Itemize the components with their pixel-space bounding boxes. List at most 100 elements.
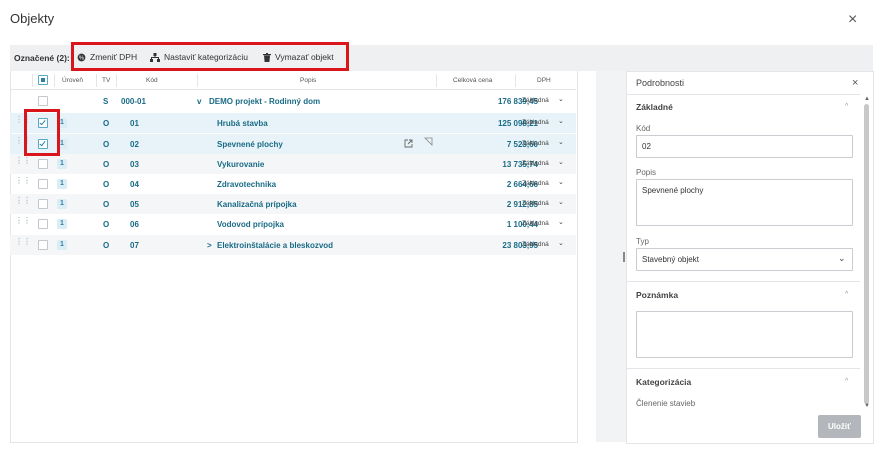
chevron-up-icon[interactable]: ^ (845, 378, 848, 385)
table-row[interactable]: ⋮⋮ 1 O 06 Vodovod prípojka 1 100,44 Zákl… (10, 214, 576, 234)
type-label: Typ (636, 237, 649, 246)
row-tv: O (103, 241, 110, 250)
save-button[interactable]: Uložiť (818, 415, 861, 438)
section-basic-title[interactable]: Základné (636, 102, 673, 112)
chevron-right-icon[interactable]: > (207, 241, 212, 250)
toolbar-highlight-box (71, 42, 349, 71)
row-tv: O (103, 220, 110, 229)
row-vat[interactable]: Základná (522, 119, 549, 126)
open-external-icon[interactable] (404, 139, 413, 148)
note-field[interactable] (636, 311, 853, 358)
row-description: Kanalizačná prípojka (217, 200, 297, 209)
divider (626, 281, 860, 282)
category-sub-label: Členenie stavieb (636, 399, 696, 408)
drag-handle-icon[interactable]: ⋮⋮ (15, 137, 31, 148)
close-icon[interactable]: × (848, 12, 857, 28)
chevron-down-icon[interactable]: ⌄ (558, 138, 564, 146)
table-row[interactable]: S 000-01 v DEMO projekt - Rodinný dom 17… (10, 91, 576, 111)
drag-handle-icon[interactable]: ⋮⋮ (15, 197, 31, 208)
row-level: 1 (57, 179, 67, 189)
row-code: 06 (130, 220, 139, 229)
code-field[interactable]: 02 (636, 135, 853, 158)
row-description: Hrubá stavba (217, 119, 268, 128)
chevron-down-icon[interactable]: ⌄ (558, 178, 564, 186)
row-tv: O (103, 160, 110, 169)
chevron-down-icon[interactable]: ⌄ (558, 158, 564, 166)
section-category-title[interactable]: Kategorizácia (636, 377, 691, 387)
row-checkbox[interactable] (38, 219, 48, 229)
row-checkbox[interactable] (38, 199, 48, 209)
row-vat[interactable]: Základná (522, 241, 549, 248)
table-header: Úroveň TV Kód Popis Celková cena DPH (10, 72, 576, 90)
header-description[interactable]: Popis (300, 77, 316, 84)
row-tv: O (103, 200, 110, 209)
row-checkbox[interactable] (38, 96, 48, 106)
panel-splitter[interactable] (596, 71, 626, 442)
row-checkbox[interactable] (38, 240, 48, 250)
type-select[interactable]: Stavebný objekt (636, 248, 853, 271)
drag-handle-icon[interactable]: ⋮⋮ (15, 157, 31, 168)
select-all-checkbox[interactable] (38, 75, 48, 85)
header-level[interactable]: Úroveň (62, 77, 83, 84)
row-description: Spevnené plochy (217, 140, 283, 149)
divider (626, 94, 860, 95)
row-code: 000-01 (121, 97, 146, 106)
header-code[interactable]: Kód (146, 77, 158, 84)
drag-handle-icon[interactable]: ⋮⋮ (15, 217, 31, 228)
chevron-down-icon[interactable]: ⌄ (558, 218, 564, 226)
chevron-down-icon[interactable]: ⌄ (558, 198, 564, 206)
scroll-up-icon[interactable]: ▲ (864, 96, 870, 102)
drag-handle-icon[interactable]: ⋮⋮ (15, 116, 31, 127)
row-vat[interactable]: Základná (522, 97, 549, 104)
row-vat[interactable]: Základná (522, 220, 549, 227)
chevron-up-icon[interactable]: ^ (845, 103, 848, 110)
row-description: Vodovod prípojka (217, 220, 284, 229)
table-row[interactable]: ⋮⋮ 1 O 04 Zdravotechnika 2 664,66 Základ… (10, 174, 576, 194)
row-code: 04 (130, 180, 139, 189)
chevron-down-icon[interactable]: ⌄ (558, 239, 564, 247)
description-label: Popis (636, 168, 657, 177)
row-vat[interactable]: Základná (522, 160, 549, 167)
details-title: Podrobnosti (636, 78, 685, 88)
row-tv: S (103, 97, 109, 106)
table-row[interactable]: ⋮⋮ 1 O 07 > Elektroinštalácie a bleskozv… (10, 235, 576, 255)
dialog-title: Objekty (10, 11, 55, 26)
row-description: Vykurovanie (217, 160, 265, 169)
type-select-value: Stavebný objekt (642, 255, 699, 264)
row-level: 1 (57, 219, 67, 229)
row-code: 05 (130, 200, 139, 209)
code-label: Kód (636, 124, 651, 133)
header-vat[interactable]: DPH (537, 77, 551, 84)
row-checkbox[interactable] (38, 179, 48, 189)
row-vat[interactable]: Základná (522, 200, 549, 207)
table-row[interactable]: ⋮⋮ 1 O 03 Vykurovanie 13 735,74 Základná… (10, 154, 576, 174)
header-total-price[interactable]: Celková cena (453, 77, 492, 84)
table-row[interactable]: ⋮⋮ 1 O 02 Spevnené plochy 7 523,60 Zákla… (10, 134, 576, 154)
row-vat[interactable]: Základná (522, 180, 549, 187)
drag-handle-icon[interactable]: ⋮⋮ (15, 177, 31, 188)
table-row[interactable]: ⋮⋮ 1 O 05 Kanalizačná prípojka 2 912,85 … (10, 194, 576, 214)
chevron-down-icon[interactable]: ⌄ (558, 117, 564, 125)
row-description: Elektroinštalácie a bleskozvod (217, 241, 334, 250)
row-code: 07 (130, 241, 139, 250)
section-note-title[interactable]: Poznámka (636, 290, 678, 300)
header-tv[interactable]: TV (102, 77, 110, 84)
drag-handle-icon[interactable]: ⋮⋮ (15, 238, 31, 249)
table-row[interactable]: ⋮⋮ 1 O 01 Hrubá stavba 125 098,21 Základ… (10, 113, 576, 133)
close-icon[interactable]: × (852, 77, 858, 89)
chevron-down-icon[interactable]: v (197, 97, 201, 106)
description-field[interactable]: Spevnené plochy (636, 179, 853, 226)
chevron-up-icon[interactable]: ^ (845, 291, 848, 298)
splitter-handle-icon[interactable] (623, 252, 625, 262)
details-scrollbar[interactable] (864, 104, 869, 404)
row-tv: O (103, 180, 110, 189)
scroll-down-icon[interactable]: ▼ (864, 403, 870, 409)
row-checkbox[interactable] (38, 159, 48, 169)
chevron-down-icon[interactable]: ⌄ (838, 253, 846, 264)
row-tv: O (103, 140, 110, 149)
row-level: 1 (57, 240, 67, 250)
chevron-down-icon[interactable]: ⌄ (558, 95, 564, 103)
selected-count-label: Označené (2): (14, 53, 70, 63)
row-description: DEMO projekt - Rodinný dom (209, 97, 321, 106)
row-vat[interactable]: Základná (522, 140, 549, 147)
